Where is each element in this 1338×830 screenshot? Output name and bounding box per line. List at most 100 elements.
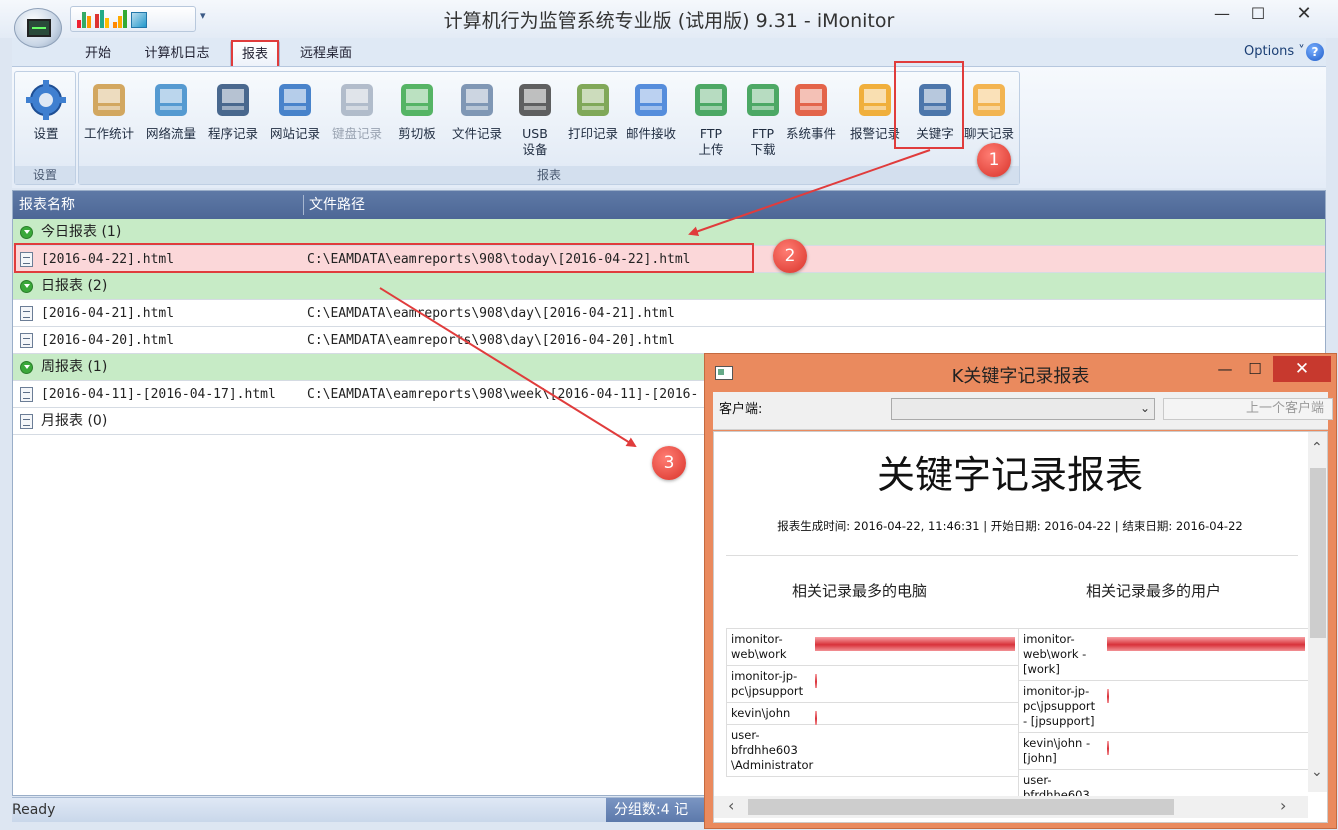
report-close-button[interactable]: ✕ xyxy=(1273,356,1331,382)
gear-icon xyxy=(24,78,68,122)
ribbon-button-label: 网络流量 xyxy=(145,126,196,141)
scroll-left-icon[interactable]: ‹ xyxy=(728,796,734,815)
table-row[interactable]: [2016-04-21].html C:\EAMDATA\eamreports\… xyxy=(13,300,1325,327)
expand-icon[interactable] xyxy=(20,226,33,239)
row-name: imonitor-jp-pc\jpsupport - [jpsupport] xyxy=(1023,684,1096,728)
annotation-marker-2: 2 xyxy=(773,239,807,273)
app-logo-icon[interactable] xyxy=(14,8,62,48)
report-content: 关键字记录报表 报表生成时间: 2016-04-22, 11:46:31 | 开… xyxy=(713,431,1328,823)
client-label: 客户端: xyxy=(719,402,763,417)
record-count-bar xyxy=(815,711,817,725)
report-name: [2016-04-11]-[2016-04-17].html xyxy=(41,387,276,402)
help-icon[interactable]: ? xyxy=(1306,43,1324,61)
annotation-highlight-row xyxy=(14,243,754,273)
report-name: [2016-04-20].html xyxy=(41,333,175,348)
ribbon-group-report: 工作统计 网络流量 程序记录 网站记录 键盘记录 剪切板 文件记录 USB 设备 打印记录 邮件接… xyxy=(78,71,1020,185)
ribbon-button-label: 键盘记录 xyxy=(331,126,382,141)
program-log-button[interactable]: 程序记录 xyxy=(203,76,263,142)
vertical-scrollbar[interactable]: ⌃ ⌄ xyxy=(1308,432,1327,792)
alarm-log-icon xyxy=(853,78,897,122)
column-header-path[interactable]: 文件路径 xyxy=(309,191,365,219)
ribbon-group-settings: 设置 设置 xyxy=(14,71,76,185)
prev-client-button[interactable]: 上一个客户端 xyxy=(1163,398,1333,420)
window-title: 计算机行为监管系统专业版 (试用版) 9.31 - iMonitor xyxy=(443,10,895,32)
table-row[interactable]: [2016-04-20].html C:\EAMDATA\eamreports\… xyxy=(13,327,1325,354)
group-label: 月报表 (0) xyxy=(41,413,108,429)
expand-icon[interactable] xyxy=(20,280,33,293)
close-button[interactable]: ✕ xyxy=(1276,0,1332,28)
clipboard-icon xyxy=(395,78,439,122)
system-event-button[interactable]: 系统事件 xyxy=(781,76,841,142)
column-header-name[interactable]: 报表名称 xyxy=(19,191,75,219)
mail-receive-button[interactable]: 邮件接收 xyxy=(621,76,681,142)
horizontal-scrollbar[interactable]: ‹ › xyxy=(714,796,1308,818)
report-path: C:\EAMDATA\eamreports\908\day\[2016-04-2… xyxy=(307,306,675,321)
group-row-day[interactable]: 日报表 (2) xyxy=(13,273,1325,300)
group-label: 周报表 (1) xyxy=(41,359,108,375)
report-maximize-button[interactable]: ☐ xyxy=(1235,356,1275,382)
record-count-bar xyxy=(815,637,1015,651)
ribbon-button-label: 邮件接收 xyxy=(625,126,676,141)
scroll-thumb[interactable] xyxy=(1310,468,1326,638)
ftp-download-icon xyxy=(741,78,785,122)
website-log-button[interactable]: 网站记录 xyxy=(265,76,325,142)
file-icon xyxy=(20,306,33,321)
ribbon-button-label: 聊天记录 xyxy=(963,126,1014,141)
print-log-button[interactable]: 打印记录 xyxy=(563,76,623,142)
table-row: imonitor-jp-pc\jpsupport - [jpsupport] xyxy=(1018,681,1308,733)
tab-start[interactable]: 开始 xyxy=(72,41,124,66)
maximize-button[interactable]: ☐ xyxy=(1236,0,1280,28)
scroll-right-icon[interactable]: › xyxy=(1280,796,1286,815)
report-meta: 报表生成时间: 2016-04-22, 11:46:31 | 开始日期: 201… xyxy=(777,519,1243,533)
scroll-thumb[interactable] xyxy=(748,799,1174,815)
tab-remote-desktop[interactable]: 远程桌面 xyxy=(288,41,364,66)
ribbon-button-label: 网站记录 xyxy=(269,126,320,141)
ribbon-button-label: 工作统计 xyxy=(83,126,134,141)
table-row: kevin\john - [john] xyxy=(1018,733,1308,770)
ribbon-button-label: 剪切板 xyxy=(398,126,436,141)
report-name: [2016-04-21].html xyxy=(41,306,175,321)
options-label: Options xyxy=(1244,44,1295,59)
tab-bar: 开始 计算机日志 报表 远程桌面 xyxy=(12,38,1326,66)
table-row: user-bfrdhhe603 \Administrator xyxy=(726,725,1018,777)
usb-device-button[interactable]: USB 设备 xyxy=(505,76,565,158)
group-label: 日报表 (2) xyxy=(41,278,108,294)
group-row-today[interactable]: 今日报表 (1) xyxy=(13,219,1325,246)
work-stats-button[interactable]: 工作统计 xyxy=(79,76,139,142)
column-separator[interactable] xyxy=(303,195,304,215)
report-path: C:\EAMDATA\eamreports\908\day\[2016-04-2… xyxy=(307,333,675,348)
top-users-title: 相关记录最多的用户 xyxy=(1086,582,1222,600)
client-select[interactable]: ⌄ xyxy=(891,398,1155,420)
report-window: K关键字记录报表 — ☐ ✕ 客户端: ⌄ 上一个客户端 关键字记录报表 报表生… xyxy=(704,353,1337,829)
file-log-icon xyxy=(455,78,499,122)
row-name: imonitor-web\work xyxy=(731,632,787,661)
chat-log-button[interactable]: 聊天记录 xyxy=(959,76,1019,142)
keyboard-log-button[interactable]: 键盘记录 xyxy=(327,76,387,142)
scroll-up-icon[interactable]: ⌃ xyxy=(1311,440,1323,456)
scroll-down-icon[interactable]: ⌄ xyxy=(1311,764,1323,780)
record-count-bar xyxy=(1107,689,1109,703)
title-bar: ▾ 计算机行为监管系统专业版 (试用版) 9.31 - iMonitor — ☐… xyxy=(0,0,1338,38)
settings-button[interactable]: 设置 xyxy=(16,76,76,142)
clipboard-button[interactable]: 剪切板 xyxy=(387,76,447,142)
table-row: imonitor-web\work xyxy=(726,629,1018,666)
table-row: imonitor-web\work - [work] xyxy=(1018,629,1308,681)
chat-log-icon xyxy=(967,78,1011,122)
record-count-bar xyxy=(815,674,817,688)
file-icon xyxy=(20,387,33,402)
annotation-marker-3: 3 xyxy=(652,446,686,480)
ftp-upload-button[interactable]: FTP 上传 xyxy=(681,76,741,158)
options-menu[interactable]: Options ˅ xyxy=(1244,44,1305,59)
file-log-button[interactable]: 文件记录 xyxy=(447,76,507,142)
report-heading: 关键字记录报表 xyxy=(876,453,1143,497)
ftp-upload-icon xyxy=(689,78,733,122)
ribbon-button-label: 程序记录 xyxy=(207,126,258,141)
group-label-report: 报表 xyxy=(79,166,1019,184)
expand-icon[interactable] xyxy=(20,361,33,374)
network-traffic-button[interactable]: 网络流量 xyxy=(141,76,201,142)
tab-computer-log[interactable]: 计算机日志 xyxy=(132,41,222,66)
table-row: kevin\john xyxy=(726,703,1018,725)
annotation-marker-1: 1 xyxy=(977,143,1011,177)
print-log-icon xyxy=(571,78,615,122)
network-traffic-icon xyxy=(149,78,193,122)
